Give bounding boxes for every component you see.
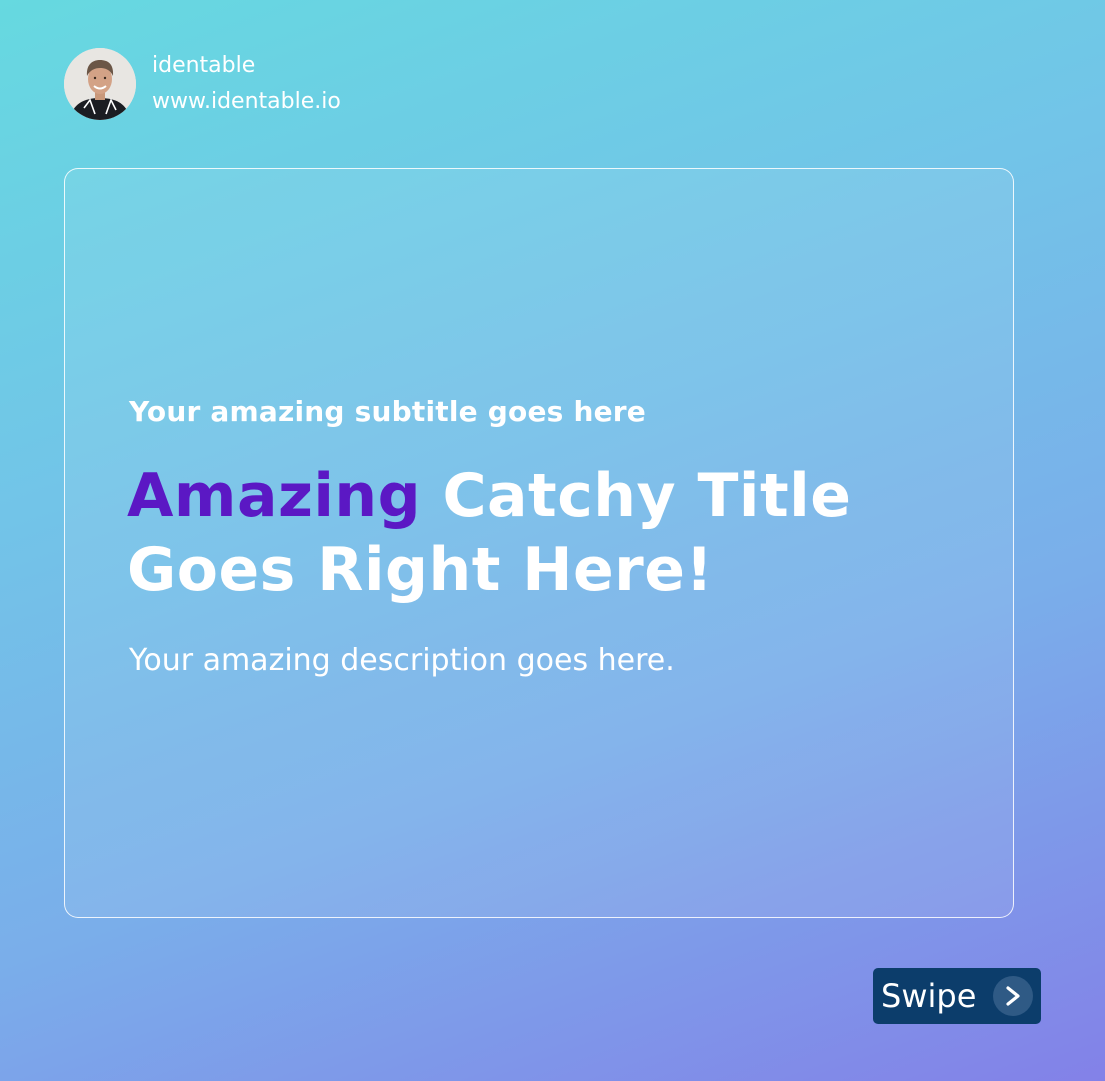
card-title-line-1: Amazing Catchy Title [127,459,851,533]
card-title-rest: Catchy Title [421,461,852,531]
profile-header: identable www.identable.io [64,48,341,120]
card-title-line-2: Goes Right Here! [127,535,714,605]
swipe-button[interactable]: Swipe [873,968,1041,1024]
profile-text: identable www.identable.io [152,48,341,120]
profile-website: www.identable.io [152,89,341,114]
card-description: Your amazing description goes here. [129,643,675,678]
slide-canvas: identable www.identable.io Your amazing … [0,0,1105,1081]
swipe-label: Swipe [881,977,977,1015]
card-title: Amazing Catchy Title Goes Right Here! [127,459,851,607]
content-card: Your amazing subtitle goes here Amazing … [64,168,1014,918]
card-title-accent: Amazing [127,461,422,531]
chevron-right-icon [993,976,1033,1016]
card-subtitle: Your amazing subtitle goes here [129,395,646,428]
avatar [64,48,136,120]
profile-name: identable [152,53,256,78]
